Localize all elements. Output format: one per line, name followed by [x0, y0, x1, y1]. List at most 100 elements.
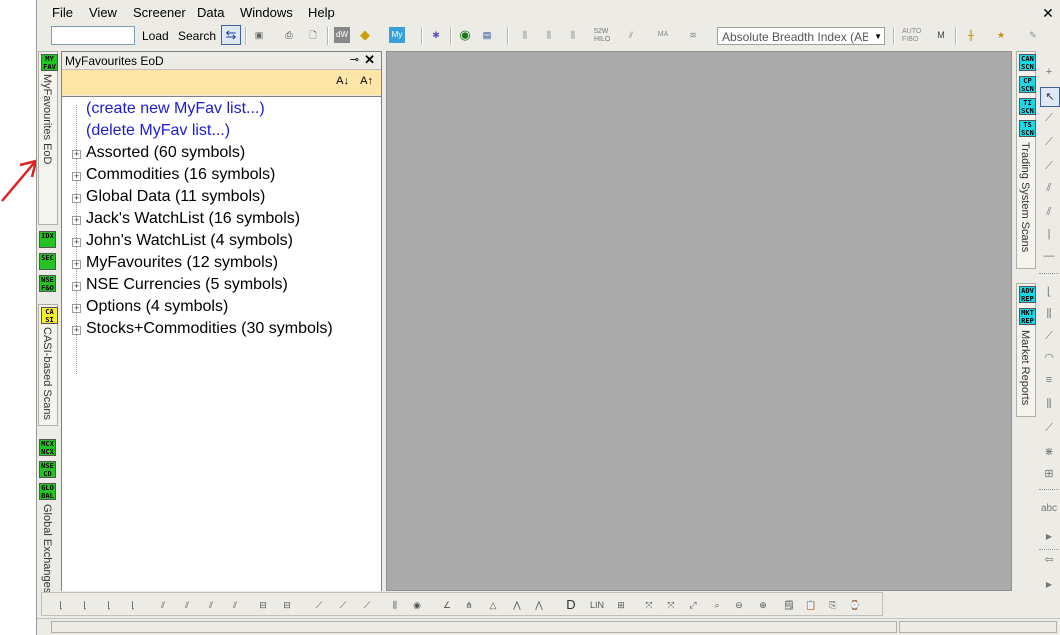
- horizontal-line-icon[interactable]: —: [1040, 247, 1058, 265]
- tab-trading-system-scans[interactable]: CAN SCN CP SCN TI SCN TS SCN Trading Sys…: [1016, 51, 1036, 269]
- delete-list-link[interactable]: (delete MyFav list...): [86, 122, 230, 140]
- crosshair-icon[interactable]: +: [1040, 63, 1058, 81]
- expand-icon[interactable]: +: [72, 150, 81, 159]
- text-tool[interactable]: abc: [1040, 500, 1058, 518]
- expand-icon[interactable]: +: [72, 282, 81, 291]
- box-tool2-icon[interactable]: ⊟: [278, 597, 296, 613]
- network-icon[interactable]: ✱: [428, 27, 444, 43]
- expand-icon[interactable]: +: [72, 216, 81, 225]
- windows-icon[interactable]: ▤: [479, 27, 495, 43]
- bars-tool-icon[interactable]: ⫽: [154, 597, 172, 613]
- level-icon[interactable]: ⌊: [1040, 283, 1058, 301]
- trendline-icon[interactable]: ⟋: [1040, 109, 1058, 127]
- idx-badge[interactable]: IDX: [39, 231, 56, 248]
- diamond-icon[interactable]: ◆: [357, 27, 373, 43]
- pitchfork-icon[interactable]: ⋔: [460, 597, 478, 613]
- menu-file[interactable]: File: [52, 5, 73, 20]
- tab-casi-scans[interactable]: CA SI CASI-based Scans: [38, 304, 58, 426]
- expand-arrow-icon[interactable]: ▶: [1040, 528, 1058, 546]
- expand-arrow-icon[interactable]: ▶: [1040, 576, 1058, 594]
- sort-descending-button[interactable]: A↑: [360, 75, 373, 87]
- bars-tool3-icon[interactable]: ⫽: [202, 597, 220, 613]
- tab-market-reports[interactable]: ADV REP MKT REP Market Reports: [1016, 283, 1036, 417]
- pin-icon[interactable]: ⊸: [350, 53, 359, 66]
- sec-badge[interactable]: SEC: [39, 253, 56, 270]
- ratio2-icon[interactable]: ⟋: [334, 597, 352, 613]
- pointer-icon[interactable]: ↖: [1040, 87, 1060, 107]
- zoom-expand-icon[interactable]: ⤧: [662, 597, 680, 613]
- tree-item[interactable]: Commodities (16 symbols): [86, 166, 275, 184]
- search-button[interactable]: Search: [178, 29, 216, 43]
- tree-item[interactable]: Global Data (11 symbols): [86, 188, 265, 206]
- bars-icon[interactable]: ⫼: [517, 27, 533, 43]
- ratio-icon[interactable]: ⟋: [310, 597, 328, 613]
- globe-icon[interactable]: ◉: [457, 27, 473, 43]
- clock-icon[interactable]: ⌚: [846, 597, 864, 613]
- channel-icon[interactable]: ⫽: [1040, 179, 1058, 197]
- fan-icon[interactable]: ⟋: [1040, 327, 1058, 345]
- zoom-fit-icon[interactable]: ⤧: [640, 597, 658, 613]
- period-icon[interactable]: ⫼: [386, 597, 404, 613]
- gann-fan-icon[interactable]: ⟋: [1040, 419, 1058, 437]
- candles-icon[interactable]: ╫: [963, 27, 979, 43]
- mpvt-icon[interactable]: M: [933, 27, 949, 43]
- fib-time-icon[interactable]: ⫼: [1040, 395, 1058, 413]
- dw-icon[interactable]: dW: [334, 27, 350, 43]
- clipboard-icon[interactable]: 📋: [802, 597, 820, 613]
- menu-data[interactable]: Data: [197, 5, 224, 20]
- expand-icon[interactable]: +: [72, 194, 81, 203]
- my-icon[interactable]: My: [389, 27, 405, 43]
- channel-sl-icon[interactable]: ⫽: [1040, 203, 1058, 221]
- abc-pattern-icon[interactable]: ⋀: [508, 597, 526, 613]
- bars-tool2-icon[interactable]: ⫽: [178, 597, 196, 613]
- ma-icon[interactable]: MA: [655, 27, 671, 43]
- mkt-rep-badge[interactable]: MKT REP: [1019, 308, 1036, 325]
- menu-view[interactable]: View: [89, 5, 117, 20]
- zoom-in-icon[interactable]: ⊕: [754, 597, 772, 613]
- can-scn-badge[interactable]: CAN SCN: [1019, 54, 1036, 71]
- angle-icon[interactable]: ∠: [438, 597, 456, 613]
- mcxncx-badge[interactable]: MCX NCX: [39, 439, 56, 456]
- chart-lines-icon[interactable]: ⫽: [623, 27, 639, 43]
- mp-icon[interactable]: ◉: [408, 597, 426, 613]
- tree-item[interactable]: Stocks+Commodities (30 symbols): [86, 320, 333, 338]
- d-scale-icon[interactable]: D: [562, 597, 580, 613]
- bars3-icon[interactable]: ⫼: [565, 27, 581, 43]
- star-icon[interactable]: ★: [993, 27, 1009, 43]
- tree-item[interactable]: John's WatchList (4 symbols): [86, 232, 293, 250]
- indicator-select[interactable]: Absolute Breadth Index (ABI ▼: [717, 27, 885, 45]
- abc-pattern2-icon[interactable]: ⋀: [530, 597, 548, 613]
- sort-ascending-button[interactable]: A↓: [336, 75, 349, 87]
- tree-item[interactable]: Jack's WatchList (16 symbols): [86, 210, 300, 228]
- ray-icon[interactable]: ⟋: [1040, 157, 1058, 175]
- symbol-input[interactable]: [51, 26, 135, 45]
- nsecd-badge[interactable]: NSE CD: [39, 461, 56, 478]
- pen-icon[interactable]: ✎: [1025, 27, 1041, 43]
- expand-icon[interactable]: +: [72, 260, 81, 269]
- wave-count-icon[interactable]: ⌊: [52, 597, 70, 613]
- 52w-icon[interactable]: 52W HILO: [593, 27, 610, 43]
- print-preview-icon[interactable]: 🗋: [305, 27, 321, 43]
- tab-myfavourites-eod[interactable]: MY FAV MyFavourites EoD: [38, 51, 58, 225]
- create-list-link[interactable]: (create new MyFav list...): [86, 100, 265, 118]
- tree-item[interactable]: Assorted (60 symbols): [86, 144, 245, 162]
- menu-screener[interactable]: Screener: [133, 5, 186, 20]
- box-tool-icon[interactable]: ⊟: [254, 597, 272, 613]
- tab-global-label[interactable]: Global Exchanges: [41, 504, 53, 593]
- tree-item[interactable]: NSE Currencies (5 symbols): [86, 276, 288, 294]
- trendline-sl-icon[interactable]: ⟋: [1040, 133, 1058, 151]
- menu-windows[interactable]: Windows: [240, 5, 293, 20]
- expand-icon[interactable]: +: [72, 326, 81, 335]
- wave-icon[interactable]: ≋: [685, 27, 701, 43]
- global-badge[interactable]: GLO BAL: [39, 483, 56, 500]
- triangle-icon[interactable]: △: [484, 597, 502, 613]
- wave-count3-icon[interactable]: ⌊: [100, 597, 118, 613]
- load-button[interactable]: Load: [142, 29, 169, 43]
- print-icon[interactable]: ⎙: [281, 27, 297, 43]
- zoom-diag-icon[interactable]: ⤢: [684, 597, 702, 613]
- panel-close-icon[interactable]: ✕: [364, 52, 375, 68]
- export-icon[interactable]: ⎘: [824, 597, 842, 613]
- vertical-line-icon[interactable]: |: [1040, 225, 1058, 243]
- wave-count4-icon[interactable]: ⌊: [124, 597, 142, 613]
- adv-rep-badge[interactable]: ADV REP: [1019, 286, 1036, 303]
